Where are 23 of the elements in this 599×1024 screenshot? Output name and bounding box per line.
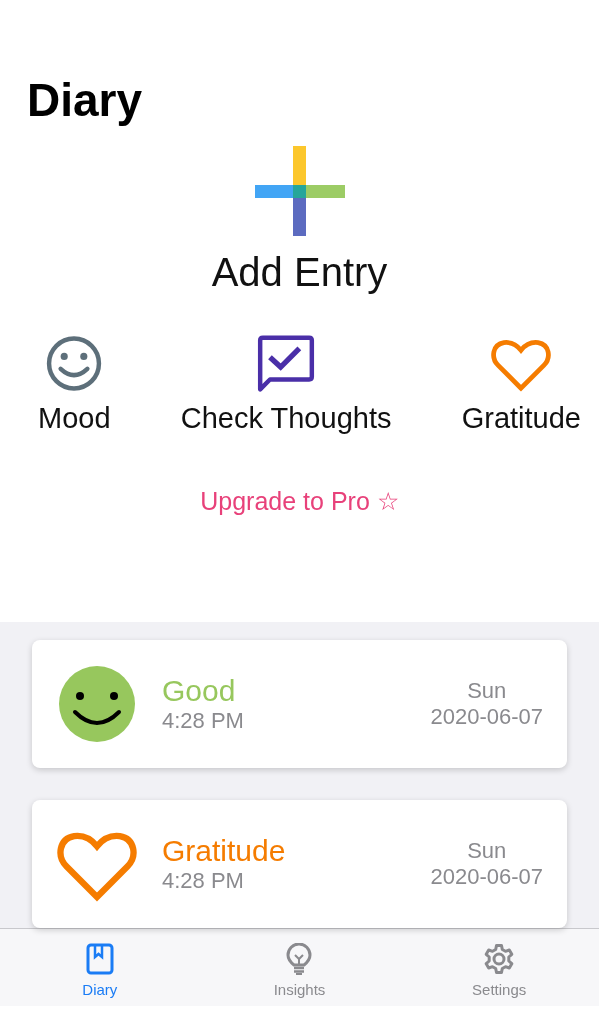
entry-weekday: Sun	[467, 838, 507, 864]
tab[interactable]: Diary	[39, 943, 160, 1006]
book-icon	[85, 943, 114, 975]
plus-icon	[254, 146, 345, 236]
upgrade-link[interactable]: Upgrade to Pro ☆	[200, 487, 399, 516]
entry-card[interactable]: Good 4:28 PM Sun 2020-06-07	[32, 640, 567, 768]
action-button[interactable]: Mood	[38, 335, 111, 435]
settings-icon	[483, 943, 516, 975]
entry-date: 2020-06-07	[430, 864, 543, 890]
tab[interactable]: Settings	[439, 943, 560, 1006]
action-button[interactable]: Gratitude	[461, 335, 581, 435]
entry-title: Good	[162, 674, 237, 708]
entry-time: 4:28 PM	[162, 708, 245, 734]
action-button[interactable]: Check Thoughts	[180, 335, 392, 435]
tab[interactable]: Insights	[239, 943, 360, 1006]
entry-weekday: Sun	[467, 678, 507, 704]
add-entry-button[interactable]: Add Entry	[211, 146, 388, 295]
entry-date: 2020-06-07	[430, 704, 543, 730]
entry-title: Gratitude	[162, 834, 287, 868]
entry-time: 4:28 PM	[162, 868, 245, 894]
lightbulb-icon	[286, 943, 313, 975]
entry-card[interactable]: Gratitude 4:28 PM Sun 2020-06-07	[32, 800, 567, 928]
page-title: Diary	[27, 73, 143, 128]
